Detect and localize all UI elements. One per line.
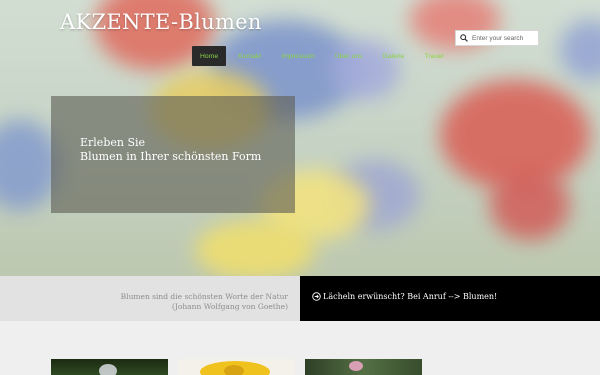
nav-item-ueber-uns[interactable]: Über uns (327, 46, 371, 66)
nav-item-trauer[interactable]: Trauer (416, 46, 452, 66)
thumbnail-flower (224, 365, 244, 375)
nav-item-kontakt[interactable]: Kontakt (230, 46, 269, 66)
hero-banner: AKZENTE-Blumen Home Kontakt Impressum Üb… (0, 0, 600, 276)
thumbnail-flower (99, 364, 117, 375)
call-to-action[interactable]: Lächeln erwünscht? Bei Anruf --> Blumen! (312, 292, 497, 301)
nav-item-home[interactable]: Home (192, 46, 227, 66)
quote-line-1: Blumen sind die schönsten Worte der Natu… (120, 292, 288, 301)
nav-item-galerie[interactable]: Galerie (374, 46, 412, 66)
gallery-thumbnail[interactable] (178, 359, 295, 375)
circle-arrow-icon (312, 292, 321, 301)
teaser-line-1: Erleben Sie (80, 136, 146, 149)
hero-teaser-text: Erleben Sie Blumen in Ihrer schönsten Fo… (80, 136, 261, 164)
search-box[interactable] (455, 30, 539, 46)
teaser-line-2: Blumen in Ihrer schönsten Form (80, 150, 262, 163)
quote-section: Blumen sind die schönsten Worte der Natu… (0, 276, 300, 321)
quote-line-2: (Johann Wolfgang von Goethe) (171, 302, 288, 311)
gallery-thumbnail[interactable] (305, 359, 422, 375)
main-nav: Home Kontakt Impressum Über uns Galerie … (192, 46, 452, 66)
call-to-action-section: Lächeln erwünscht? Bei Anruf --> Blumen! (300, 276, 600, 321)
thumbnail-flower (349, 361, 363, 371)
call-to-action-text[interactable]: Lächeln erwünscht? Bei Anruf --> Blumen! (323, 292, 497, 301)
search-input[interactable] (468, 34, 536, 42)
site-logo[interactable]: AKZENTE-Blumen (60, 10, 262, 34)
gallery-thumbnail[interactable] (51, 359, 168, 375)
search-icon[interactable] (460, 34, 468, 42)
nav-item-impressum[interactable]: Impressum (273, 46, 323, 66)
goethe-quote: Blumen sind die schönsten Worte der Natu… (121, 292, 288, 312)
hero-teaser-box: Erleben Sie Blumen in Ihrer schönsten Fo… (51, 96, 295, 213)
